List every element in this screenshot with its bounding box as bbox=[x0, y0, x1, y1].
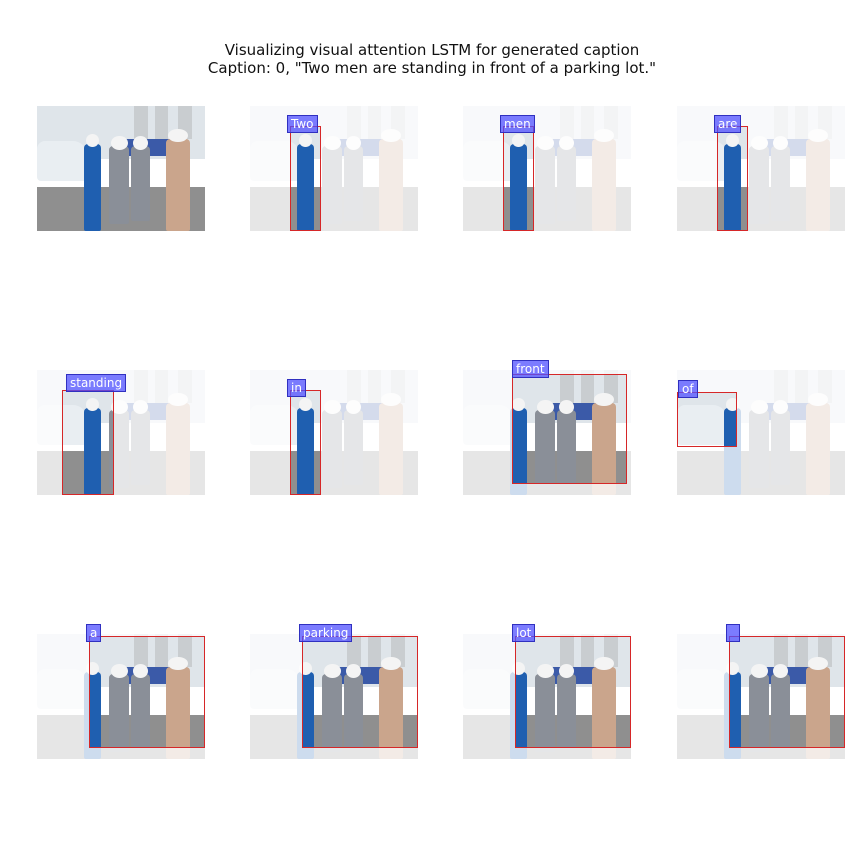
attention-box bbox=[515, 636, 631, 748]
scene-hardhat bbox=[110, 136, 128, 150]
attention-fade bbox=[677, 106, 845, 231]
word-label: front bbox=[512, 360, 549, 378]
word-label: parking bbox=[299, 624, 353, 642]
original-image bbox=[37, 106, 205, 231]
word-label: in bbox=[287, 379, 306, 397]
attention-panel: standing bbox=[37, 370, 209, 500]
scene-person bbox=[84, 143, 101, 231]
scene-hardhat bbox=[132, 136, 148, 150]
figure-title-line-1: Visualizing visual attention LSTM for ge… bbox=[224, 41, 640, 59]
attention-box bbox=[62, 390, 114, 495]
attention-box bbox=[290, 390, 321, 495]
word-label: a bbox=[86, 624, 102, 642]
word-label: lot bbox=[512, 624, 536, 642]
figure-title-line-2: Caption: 0, "Two men are standing in fro… bbox=[207, 59, 657, 77]
attention-box bbox=[89, 636, 205, 748]
attention-panel bbox=[677, 624, 849, 764]
scene-person bbox=[109, 146, 130, 224]
attention-image bbox=[677, 106, 845, 231]
attention-panel: parking bbox=[250, 624, 422, 764]
scene-person bbox=[131, 146, 150, 221]
attention-box bbox=[503, 126, 534, 231]
word-label bbox=[726, 624, 740, 642]
attention-box bbox=[717, 126, 748, 231]
scene-person bbox=[166, 138, 190, 231]
word-label: men bbox=[500, 115, 535, 133]
original-image-panel bbox=[37, 106, 209, 236]
scene-pipe bbox=[154, 106, 169, 139]
attention-panel: Two bbox=[250, 106, 422, 236]
word-label: Two bbox=[287, 115, 318, 133]
attention-image bbox=[250, 370, 418, 495]
word-label: of bbox=[678, 380, 698, 398]
attention-fade bbox=[250, 106, 418, 231]
attention-box bbox=[290, 126, 321, 231]
attention-panel: men bbox=[463, 106, 635, 236]
attention-box bbox=[677, 392, 737, 447]
attention-panel: a bbox=[37, 624, 209, 764]
attention-box bbox=[729, 636, 845, 748]
attention-box bbox=[512, 374, 627, 484]
attention-box bbox=[302, 636, 418, 748]
attention-panel: are bbox=[677, 106, 849, 236]
attention-image bbox=[463, 106, 631, 231]
attention-fade bbox=[463, 106, 631, 231]
word-label: standing bbox=[66, 374, 127, 392]
attention-panel: lot bbox=[463, 624, 635, 764]
scene-pipe bbox=[134, 106, 148, 139]
attention-fade bbox=[250, 370, 418, 495]
attention-panel: in bbox=[250, 370, 422, 500]
scene-car bbox=[37, 141, 88, 181]
attention-image bbox=[250, 106, 418, 231]
attention-panel: front bbox=[463, 360, 635, 500]
attention-panel: of bbox=[677, 370, 849, 500]
word-label: are bbox=[714, 115, 742, 133]
